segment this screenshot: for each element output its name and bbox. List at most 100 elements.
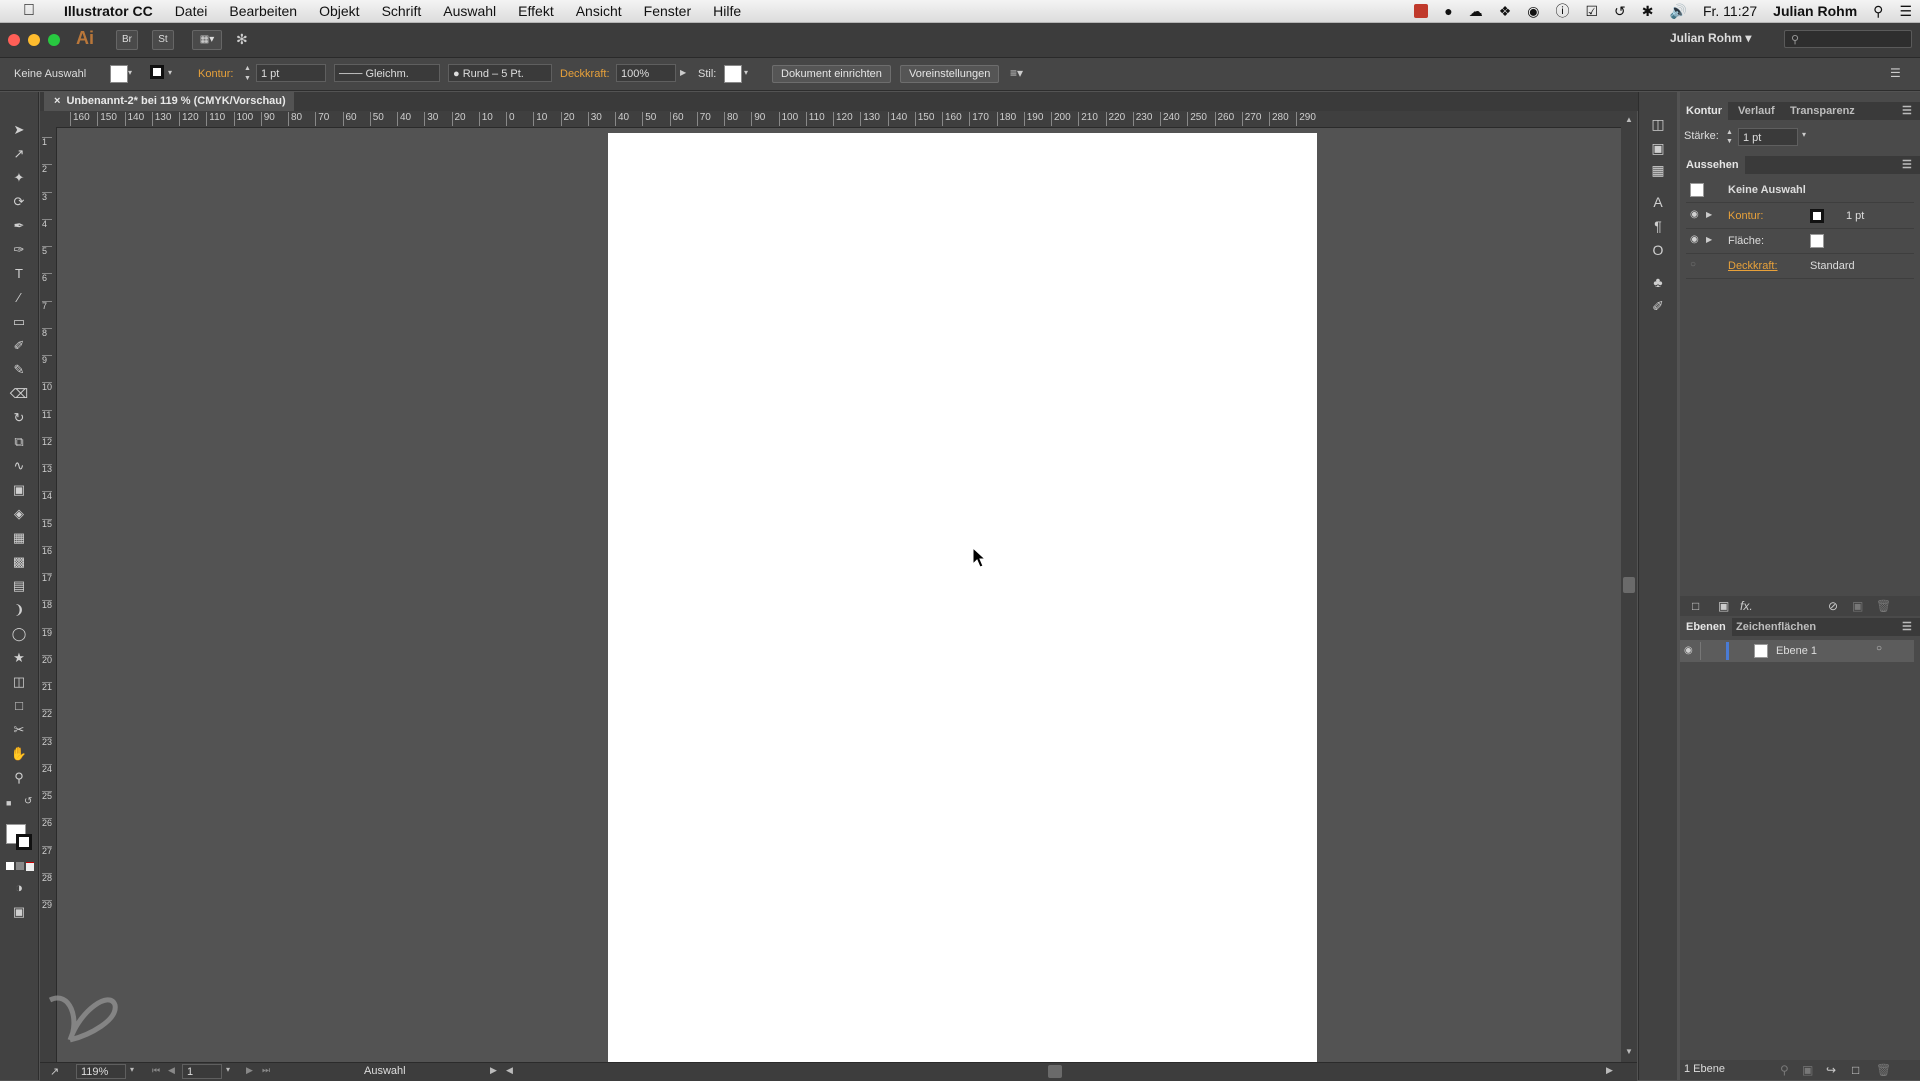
expand-arrow-icon[interactable]: ▶ bbox=[1706, 235, 1712, 244]
new-layer-icon[interactable]: □ bbox=[1852, 1063, 1859, 1077]
screen-mode-icon[interactable]: ▣ bbox=[9, 902, 29, 922]
first-artboard-icon[interactable]: ⏮ bbox=[152, 1065, 160, 1076]
paintbrush-tool-icon[interactable]: ✐ bbox=[9, 336, 29, 356]
layer-lock-slot[interactable] bbox=[1700, 642, 1701, 660]
scrollbar-thumb[interactable] bbox=[1623, 577, 1635, 593]
aussehen-fill-swatch[interactable] bbox=[1810, 234, 1824, 248]
horizontal-scrollbar-thumb[interactable] bbox=[1048, 1065, 1062, 1078]
delete-item-icon[interactable]: 🗑 bbox=[1876, 599, 1891, 613]
clear-appearance-icon[interactable]: ⊘ bbox=[1828, 599, 1838, 613]
stroke-dropdown-icon[interactable]: ▾ bbox=[168, 65, 176, 81]
scroll-right-icon[interactable]: ▶ bbox=[1606, 1065, 1613, 1076]
mesh-tool-icon[interactable]: ▩ bbox=[9, 552, 29, 572]
scroll-up-icon[interactable]: ▲ bbox=[1625, 115, 1633, 124]
stroke-profile-dropdown[interactable]: ─── Gleichm. bbox=[334, 64, 440, 82]
stroke-weight-field[interactable]: 1 pt bbox=[256, 64, 326, 82]
artboard-tool-icon[interactable]: □ bbox=[9, 696, 29, 716]
artboard-dropdown-icon[interactable]: ▾ bbox=[226, 1065, 230, 1074]
panel-menu-icon[interactable]: ☰ bbox=[1902, 102, 1912, 120]
opacity-field[interactable]: 100% bbox=[616, 64, 676, 82]
paragraph-icon[interactable]: ¶ bbox=[1648, 216, 1668, 236]
minimize-window-icon[interactable] bbox=[28, 34, 40, 46]
free-transform-tool-icon[interactable]: ▣ bbox=[9, 480, 29, 500]
check-icon[interactable]: ☑ bbox=[1585, 3, 1598, 20]
menu-datei[interactable]: Datei bbox=[164, 0, 219, 22]
staerke-field[interactable]: 1 pt bbox=[1738, 128, 1798, 146]
fill-swatch[interactable] bbox=[110, 65, 128, 83]
line-tool-icon[interactable]: ∕ bbox=[9, 288, 29, 308]
default-colors-icon[interactable]: ■ bbox=[6, 798, 16, 808]
document-setup-button[interactable]: Dokument einrichten bbox=[772, 65, 891, 83]
close-window-icon[interactable] bbox=[8, 34, 20, 46]
menu-ansicht[interactable]: Ansicht bbox=[565, 0, 633, 22]
selection-tool-icon[interactable]: ➤ bbox=[9, 120, 29, 140]
curvature-tool-icon[interactable]: ✑ bbox=[9, 240, 29, 260]
layer-row[interactable]: ◉ Ebene 1 ○ bbox=[1680, 640, 1914, 662]
artboard[interactable] bbox=[608, 133, 1317, 1064]
kontur-label[interactable]: Kontur: bbox=[198, 68, 233, 80]
gradient-mode-icon[interactable] bbox=[16, 862, 24, 870]
visibility-eye-icon[interactable]: ◉ bbox=[1690, 235, 1702, 245]
visibility-eye-icon[interactable]: ○ bbox=[1690, 260, 1702, 270]
control-menu-icon[interactable]: ☰ bbox=[1890, 66, 1901, 80]
color-mode-icon[interactable] bbox=[6, 862, 14, 870]
zoom-field[interactable]: 119% bbox=[76, 1064, 126, 1079]
rotate-tool-icon[interactable]: ↻ bbox=[9, 408, 29, 428]
menu-fenster[interactable]: Fenster bbox=[633, 0, 702, 22]
next-artboard-icon[interactable]: ▶ bbox=[246, 1065, 253, 1076]
time-machine-icon[interactable]: ↺ bbox=[1614, 3, 1626, 20]
slice-tool-icon[interactable]: ✂ bbox=[9, 720, 29, 740]
share-icon[interactable]: ↗ bbox=[50, 1065, 59, 1078]
menu-effekt[interactable]: Effekt bbox=[507, 0, 565, 22]
duplicate-item-icon[interactable]: ▣ bbox=[1852, 599, 1863, 613]
hand-tool-icon[interactable]: ✋ bbox=[9, 744, 29, 764]
status-tool-label[interactable]: Auswahl bbox=[364, 1065, 406, 1077]
symbol-sprayer-tool-icon[interactable]: ★ bbox=[9, 648, 29, 668]
bridge-button[interactable]: Br bbox=[116, 30, 138, 50]
staerke-dropdown-icon[interactable]: ▾ bbox=[1802, 130, 1806, 139]
opentype-icon[interactable]: O bbox=[1648, 240, 1668, 260]
eye-tray-icon[interactable]: ◉ bbox=[1527, 3, 1539, 20]
none-mode-icon[interactable] bbox=[26, 862, 34, 871]
stroke-color-swatch[interactable] bbox=[16, 834, 32, 850]
vertical-scrollbar[interactable]: ▲ ▼ bbox=[1621, 111, 1637, 1062]
aussehen-stroke-swatch[interactable] bbox=[1810, 209, 1824, 223]
ruler-origin[interactable] bbox=[40, 111, 56, 127]
arrange-documents-icon[interactable]: ▦▾ bbox=[192, 30, 222, 50]
help-search-input[interactable]: ⚲ bbox=[1784, 30, 1912, 48]
stock-button[interactable]: St bbox=[152, 30, 174, 50]
scale-tool-icon[interactable]: ⧉ bbox=[9, 432, 29, 452]
tab-transparenz[interactable]: Transparenz bbox=[1790, 102, 1855, 120]
aussehen-menu-icon[interactable]: ☰ bbox=[1902, 156, 1912, 174]
layer-name[interactable]: Ebene 1 bbox=[1776, 645, 1817, 657]
tab-zeichenflaechen[interactable]: Zeichenflächen bbox=[1736, 618, 1816, 636]
fill-dropdown-icon[interactable]: ▾ bbox=[128, 65, 136, 81]
document-tab[interactable]: × Unbenannt-2* bei 119 % (CMYK/Vorschau) bbox=[44, 92, 294, 111]
scroll-left-icon[interactable]: ◀ bbox=[506, 1065, 513, 1076]
aussehen-flaeche-label[interactable]: Fläche: bbox=[1728, 235, 1764, 247]
clock-text[interactable]: Fr. 11:27 bbox=[1703, 3, 1757, 19]
user-name[interactable]: Julian Rohm bbox=[1773, 3, 1857, 19]
bluetooth-icon[interactable]: ✱ bbox=[1642, 3, 1654, 20]
add-stroke-icon[interactable]: □ bbox=[1692, 599, 1699, 613]
menu-schrift[interactable]: Schrift bbox=[371, 0, 433, 22]
layer-target-icon[interactable]: ○ bbox=[1876, 643, 1882, 654]
swap-colors-icon[interactable]: ↺ bbox=[24, 796, 32, 807]
prev-artboard-icon[interactable]: ◀ bbox=[168, 1065, 175, 1076]
stroke-weight-stepper-icon[interactable]: ▲ ▼ bbox=[244, 64, 254, 84]
eraser-tool-icon[interactable]: ⌫ bbox=[9, 384, 29, 404]
direct-selection-tool-icon[interactable]: ↗ bbox=[9, 144, 29, 164]
character-icon[interactable]: A bbox=[1648, 192, 1668, 212]
menu-hilfe[interactable]: Hilfe bbox=[702, 0, 752, 22]
preferences-button[interactable]: Voreinstellungen bbox=[900, 65, 1000, 83]
shape-builder-tool-icon[interactable]: ◈ bbox=[9, 504, 29, 524]
aussehen-kontur-value[interactable]: 1 pt bbox=[1846, 210, 1864, 222]
aussehen-flaeche-row[interactable]: ◉ ▶ Fläche: bbox=[1686, 229, 1914, 254]
close-tab-icon[interactable]: × bbox=[54, 95, 60, 107]
aussehen-deckkraft-row[interactable]: ○ Deckkraft: Standard bbox=[1686, 254, 1914, 279]
stroke-swatch[interactable] bbox=[150, 65, 164, 79]
creative-cloud-icon[interactable]: ☁ bbox=[1469, 3, 1483, 20]
add-effect-button[interactable]: fx. bbox=[1740, 599, 1753, 613]
magic-wand-tool-icon[interactable]: ✦ bbox=[9, 168, 29, 188]
type-tool-icon[interactable]: T bbox=[9, 264, 29, 284]
